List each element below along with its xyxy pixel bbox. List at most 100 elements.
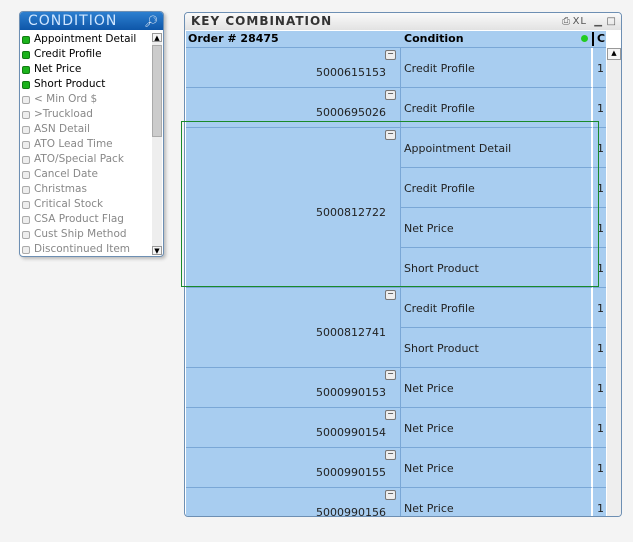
listbox-item[interactable]: Discontinued Item: [22, 242, 151, 256]
order-number: 5000990156: [316, 505, 386, 517]
order-cell[interactable]: − 5000990155: [186, 448, 401, 488]
order-cell[interactable]: − 5000615153: [186, 48, 401, 88]
count-cell: 1: [593, 288, 606, 328]
search-icon[interactable]: 🔎︎: [144, 12, 159, 31]
listbox-item-label: ATO/Special Pack: [34, 153, 124, 165]
unselected-indicator-icon: [22, 215, 30, 224]
unselected-indicator-icon: [22, 185, 30, 194]
condition-cell[interactable]: Net Price: [401, 408, 593, 448]
listbox-item-label: Christmas: [34, 183, 87, 195]
table-header: Order # 28475 Condition C: [186, 31, 606, 48]
collapse-icon[interactable]: −: [385, 370, 396, 380]
scroll-up-icon[interactable]: ▲: [607, 48, 621, 60]
collapse-icon[interactable]: −: [385, 490, 396, 500]
collapse-icon[interactable]: −: [385, 410, 396, 420]
order-cell[interactable]: − 5000990156: [186, 488, 401, 517]
listbox-item-label: Net Price: [34, 63, 82, 75]
selected-indicator-icon: [22, 50, 30, 59]
listbox-item[interactable]: < Min Ord $: [22, 92, 151, 107]
listbox-item[interactable]: Short Product: [22, 77, 151, 92]
order-number: 5000990154: [316, 425, 386, 439]
listbox-item[interactable]: Appointment Detail: [22, 32, 151, 47]
listbox-item-label: Cancel Date: [34, 168, 99, 180]
count-cell: 1: [593, 48, 606, 88]
listbox-item[interactable]: CSA Product Flag: [22, 212, 151, 227]
listbox-item[interactable]: ATO/Special Pack: [22, 152, 151, 167]
listbox-item-label: >Truckload: [34, 108, 93, 120]
maximize-icon[interactable]: □: [607, 13, 617, 30]
selected-indicator-icon: [22, 65, 30, 74]
selected-indicator-icon: [22, 35, 30, 44]
collapse-icon[interactable]: −: [385, 50, 396, 60]
order-number: 5000990155: [316, 465, 386, 479]
listbox-item-label: Credit Profile: [34, 48, 102, 60]
unselected-indicator-icon: [22, 245, 30, 254]
listbox-item[interactable]: Critical Stock: [22, 197, 151, 212]
count-cell: 1: [593, 328, 606, 368]
listbox-item-label: Critical Stock: [34, 198, 104, 210]
listbox-title: CONDITION 🔎︎: [20, 12, 163, 30]
unselected-indicator-icon: [22, 170, 30, 179]
listbox-item[interactable]: Net Price: [22, 62, 151, 77]
listbox-item[interactable]: Credit Profile: [22, 47, 151, 62]
selection-highlight: [181, 121, 599, 287]
count-cell: 1: [593, 408, 606, 448]
collapse-icon[interactable]: −: [385, 450, 396, 460]
scroll-up-icon[interactable]: ▲: [152, 33, 162, 42]
listbox-item-label: Short Product: [34, 78, 106, 90]
condition-cell[interactable]: Short Product: [401, 328, 593, 368]
table-scrollbar[interactable]: ▲: [607, 48, 621, 516]
collapse-icon[interactable]: −: [385, 290, 396, 300]
listbox-item[interactable]: ASN Detail: [22, 122, 151, 137]
listbox-item-label: Cust Ship Method: [34, 228, 127, 240]
condition-listbox: CONDITION 🔎︎ Appointment Detail Credit Pro…: [19, 11, 164, 257]
header-condition[interactable]: Condition: [404, 32, 464, 45]
condition-cell[interactable]: Credit Profile: [401, 288, 593, 328]
minimize-icon[interactable]: ▁: [594, 13, 603, 30]
order-cell[interactable]: − 5000990153: [186, 368, 401, 408]
listbox-item[interactable]: >Truckload: [22, 107, 151, 122]
listbox-item-label: ATO Lead Time: [34, 138, 113, 150]
unselected-indicator-icon: [22, 140, 30, 149]
listbox-item[interactable]: Christmas: [22, 182, 151, 197]
print-icon[interactable]: ⎙: [562, 13, 571, 30]
listbox-item-label: Discontinued Item: [34, 243, 131, 255]
collapse-icon[interactable]: −: [385, 90, 396, 100]
listbox-item-label: ASN Detail: [34, 123, 90, 135]
order-number: 5000615153: [316, 65, 386, 79]
unselected-indicator-icon: [22, 200, 30, 209]
table-title-bar: KEY COMBINATION ⎙ XL ▁ □: [185, 13, 621, 30]
count-cell: 1: [593, 488, 606, 516]
selected-indicator-icon: [22, 80, 30, 89]
listbox-items: Appointment Detail Credit Profile Net Pric…: [22, 32, 151, 256]
condition-cell[interactable]: Credit Profile: [401, 48, 593, 88]
order-number: 5000695026: [316, 105, 386, 119]
count-cell: 1: [593, 448, 606, 488]
condition-cell[interactable]: Net Price: [401, 448, 593, 488]
header-order[interactable]: Order # 28475: [188, 32, 279, 45]
scroll-thumb[interactable]: [152, 45, 162, 137]
listbox-item[interactable]: Cancel Date: [22, 167, 151, 182]
order-number: 5000812741: [316, 325, 386, 339]
unselected-indicator-icon: [22, 230, 30, 239]
count-cell: 1: [593, 368, 606, 408]
order-cell[interactable]: − 5000812741: [186, 288, 401, 368]
unselected-indicator-icon: [22, 125, 30, 134]
scroll-down-icon[interactable]: ▼: [152, 246, 162, 255]
unselected-indicator-icon: [22, 110, 30, 119]
status-dot-icon: [581, 35, 588, 42]
listbox-item-label: CSA Product Flag: [34, 213, 124, 225]
column-divider[interactable]: [592, 32, 594, 46]
listbox-item-label: < Min Ord $: [34, 93, 98, 105]
order-cell[interactable]: − 5000990154: [186, 408, 401, 448]
unselected-indicator-icon: [22, 155, 30, 164]
listbox-item[interactable]: Cust Ship Method: [22, 227, 151, 242]
listbox-scrollbar[interactable]: ▲ ▼: [152, 33, 162, 255]
condition-cell[interactable]: Net Price: [401, 488, 593, 516]
listbox-item-label: Appointment Detail: [34, 33, 137, 45]
unselected-indicator-icon: [22, 95, 30, 104]
xl-export-icon[interactable]: XL: [573, 13, 587, 30]
condition-cell[interactable]: Net Price: [401, 368, 593, 408]
header-count[interactable]: C: [597, 32, 605, 45]
listbox-item[interactable]: ATO Lead Time: [22, 137, 151, 152]
